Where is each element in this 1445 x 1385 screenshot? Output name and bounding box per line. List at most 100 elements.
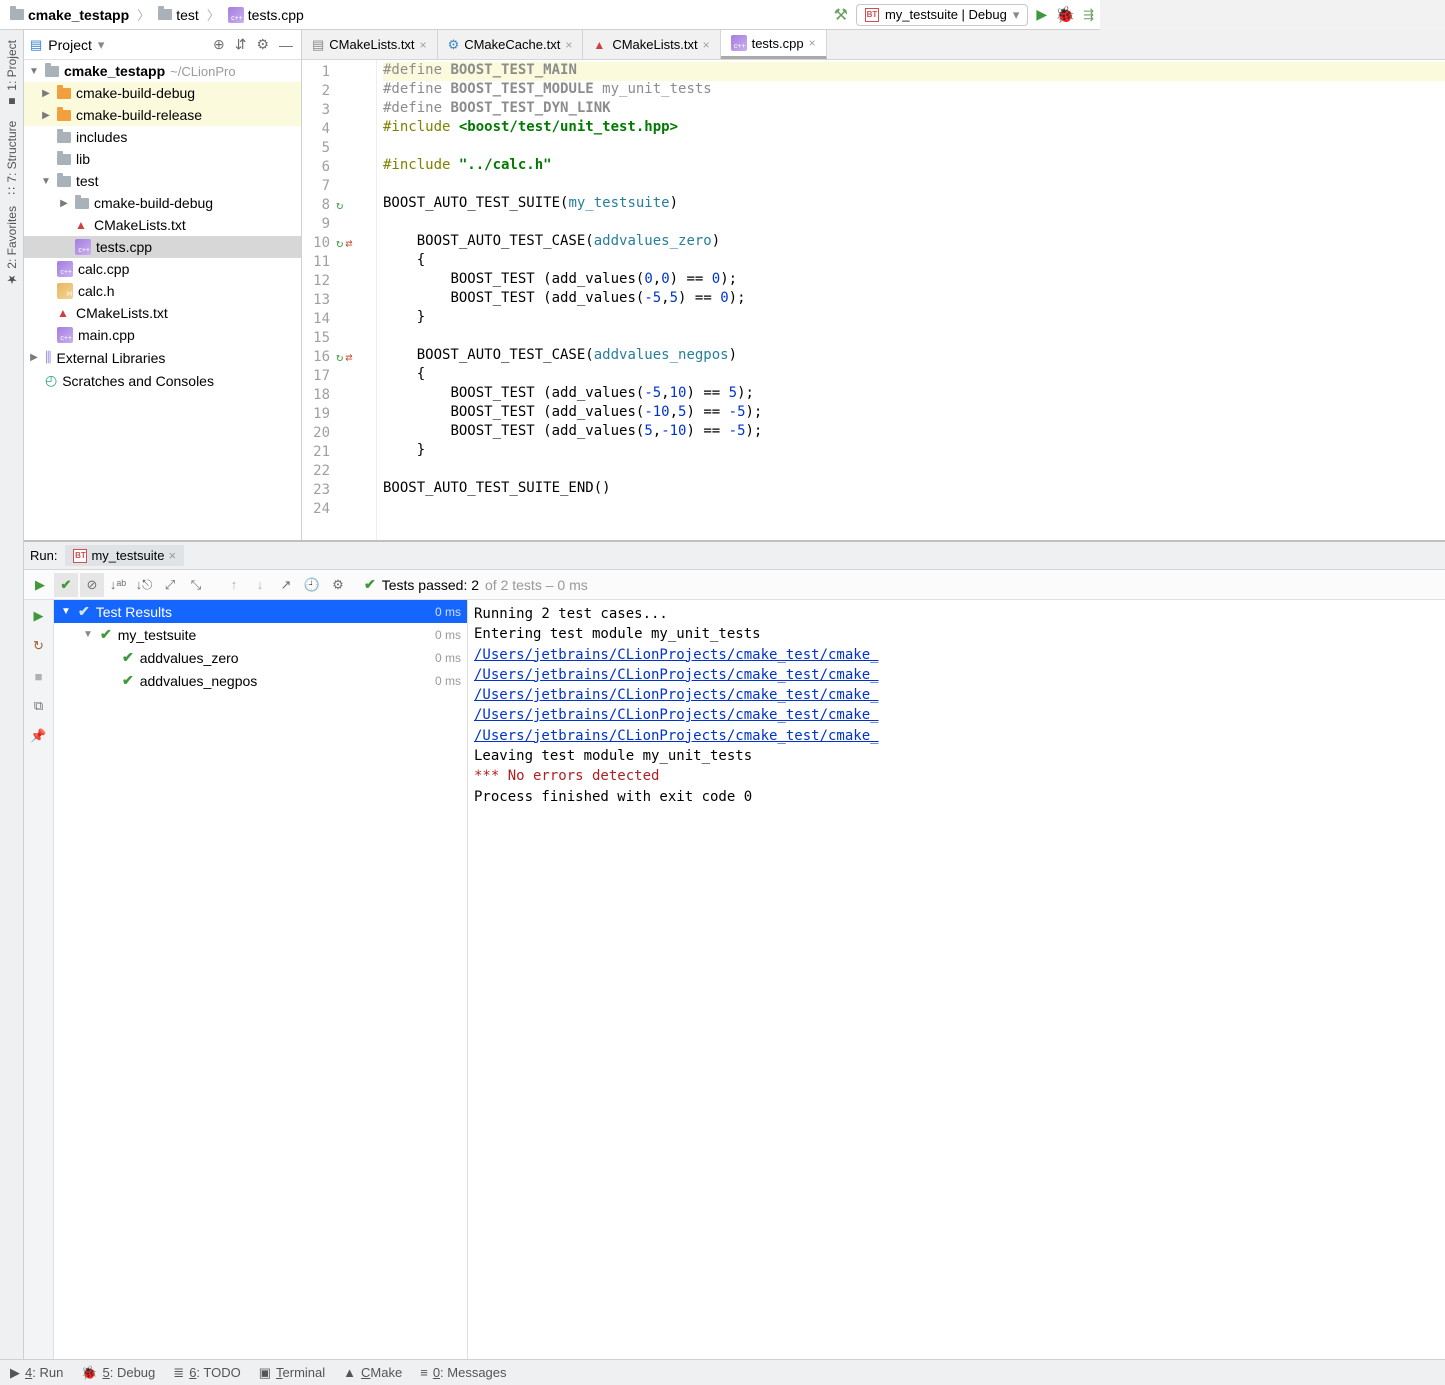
code-line[interactable]: #define BOOST_TEST_MAIN xyxy=(383,62,1445,81)
down-button[interactable]: ↓ xyxy=(248,573,272,597)
status-bar-item[interactable]: ≣6: TODO xyxy=(173,1365,240,1381)
gear-icon[interactable]: ⚙ xyxy=(254,34,271,55)
gutter[interactable]: 12345678↻910↻⇄111213141516↻⇄171819202122… xyxy=(302,60,377,540)
close-icon[interactable]: × xyxy=(168,548,176,563)
breadcrumb-item[interactable]: cmake_testapp xyxy=(6,5,133,25)
code-line[interactable]: { xyxy=(383,252,1445,271)
expand-all-button[interactable]: ⤢ xyxy=(158,573,182,597)
code-line[interactable]: BOOST_AUTO_TEST_SUITE(my_testsuite) xyxy=(383,195,1445,214)
code-line[interactable]: BOOST_TEST (add_values(5,-10) == -5); xyxy=(383,423,1445,442)
build-icon[interactable]: ⚒ xyxy=(834,5,848,25)
pin-icon[interactable]: 📌 xyxy=(27,724,51,748)
rerun-button[interactable]: ▶ xyxy=(28,573,52,597)
chevron-down-icon[interactable]: ▾ xyxy=(98,37,105,53)
test-tree[interactable]: ▼✔Test Results0 ms▼✔my_testsuite0 ms✔add… xyxy=(54,600,468,1359)
status-bar-item[interactable]: 🐞5: Debug xyxy=(81,1365,155,1381)
toggle-passed-button[interactable]: ✔ xyxy=(54,573,78,597)
sort-button[interactable]: ↓ᵃᵇ xyxy=(106,573,130,597)
up-button[interactable]: ↑ xyxy=(222,573,246,597)
close-icon[interactable]: × xyxy=(703,38,710,52)
close-icon[interactable]: × xyxy=(809,36,816,50)
gear-icon[interactable]: ⚙ xyxy=(326,573,350,597)
tree-item[interactable]: c++tests.cpp xyxy=(24,236,301,258)
rerun-failed-icon[interactable]: ↻ xyxy=(27,634,51,658)
code-line[interactable]: #include "../calc.h" xyxy=(383,157,1445,176)
run-button[interactable]: ▶ xyxy=(1036,6,1047,23)
console-line[interactable]: /Users/jetbrains/CLionProjects/cmake_tes… xyxy=(474,645,1439,665)
rerun-gutter-icon[interactable]: ⇄ xyxy=(345,236,352,250)
run-gutter-icon[interactable]: ↻ xyxy=(336,350,343,364)
rerun-icon[interactable]: ▶ xyxy=(27,604,51,628)
run-config-selector[interactable]: BT my_testsuite | Debug ▾ xyxy=(856,4,1028,26)
tree-item[interactable]: ▶cmake-build-debug xyxy=(24,82,301,104)
code[interactable]: #define BOOST_TEST_MAIN#define BOOST_TES… xyxy=(377,60,1445,540)
editor-tab[interactable]: ⚙CMakeCache.txt× xyxy=(438,30,584,59)
tree-item[interactable]: Hcalc.h xyxy=(24,280,301,302)
tree-item[interactable]: ▶⫼ External Libraries xyxy=(24,346,301,369)
tree-item[interactable]: ▼test xyxy=(24,170,301,192)
code-line[interactable] xyxy=(383,328,1445,347)
console-line[interactable]: /Users/jetbrains/CLionProjects/cmake_tes… xyxy=(474,705,1439,725)
status-bar-item[interactable]: ▣Terminal xyxy=(259,1365,325,1381)
tree-item[interactable]: ▶cmake-build-debug xyxy=(24,192,301,214)
code-line[interactable] xyxy=(383,461,1445,480)
stop-icon[interactable]: ■ xyxy=(27,664,51,688)
code-line[interactable]: BOOST_AUTO_TEST_CASE(addvalues_negpos) xyxy=(383,347,1445,366)
tree-item[interactable]: c++calc.cpp xyxy=(24,258,301,280)
test-tree-item[interactable]: ✔addvalues_negpos0 ms xyxy=(54,669,467,692)
tool-window-button[interactable]: ★ 2: Favorites xyxy=(5,206,19,287)
code-line[interactable]: { xyxy=(383,366,1445,385)
status-bar-item[interactable]: ▲CMake xyxy=(343,1365,402,1380)
close-icon[interactable]: × xyxy=(565,38,572,52)
console[interactable]: Running 2 test cases...Entering test mod… xyxy=(468,600,1445,1359)
tree-item[interactable]: ▶cmake-build-release xyxy=(24,104,301,126)
tree-root[interactable]: ▼ cmake_testapp ~/CLionPro xyxy=(24,60,301,82)
code-line[interactable]: BOOST_TEST (add_values(-5,10) == 5); xyxy=(383,385,1445,404)
locate-icon[interactable]: ⊕ xyxy=(211,34,227,55)
collapse-all-button[interactable]: ⤡ xyxy=(184,573,208,597)
code-line[interactable]: } xyxy=(383,309,1445,328)
status-bar-item[interactable]: ≡0: Messages xyxy=(420,1365,506,1380)
run-gutter-icon[interactable]: ↻ xyxy=(336,198,343,212)
test-tree-item[interactable]: ✔addvalues_zero0 ms xyxy=(54,646,467,669)
code-line[interactable] xyxy=(383,138,1445,157)
code-line[interactable]: BOOST_TEST (add_values(-10,5) == -5); xyxy=(383,404,1445,423)
debug-button[interactable]: 🐞 xyxy=(1055,5,1075,25)
code-line[interactable]: BOOST_TEST (add_values(-5,5) == 0); xyxy=(383,290,1445,309)
tree-item[interactable]: includes xyxy=(24,126,301,148)
tree-item[interactable]: ◴ Scratches and Consoles xyxy=(24,369,301,392)
breadcrumb-item[interactable]: c++ tests.cpp xyxy=(224,5,308,25)
tree-item[interactable]: CMakeLists.txt xyxy=(24,214,301,236)
collapse-all-icon[interactable]: ⇵ xyxy=(233,34,249,55)
sort-duration-button[interactable]: ↓⎋ xyxy=(132,573,156,597)
console-line[interactable]: /Users/jetbrains/CLionProjects/cmake_tes… xyxy=(474,665,1439,685)
tree-item[interactable]: lib xyxy=(24,148,301,170)
project-tree[interactable]: ▼ cmake_testapp ~/CLionPro ▶cmake-build-… xyxy=(24,60,301,540)
run-with-coverage-button[interactable]: ⇶ xyxy=(1083,7,1094,23)
tree-item[interactable]: CMakeLists.txt xyxy=(24,302,301,324)
run-gutter-icon[interactable]: ↻ xyxy=(336,236,343,250)
status-bar-item[interactable]: ▶4: Run xyxy=(10,1365,63,1381)
code-line[interactable] xyxy=(383,499,1445,518)
run-tab[interactable]: BT my_testsuite × xyxy=(65,545,184,566)
editor-tab[interactable]: ▤CMakeLists.txt× xyxy=(302,30,438,59)
history-button[interactable]: 🕘 xyxy=(300,573,324,597)
tree-item[interactable]: c++main.cpp xyxy=(24,324,301,346)
breadcrumb-item[interactable]: test xyxy=(154,5,203,25)
code-line[interactable]: #define BOOST_TEST_MODULE my_unit_tests xyxy=(383,81,1445,100)
code-line[interactable]: BOOST_TEST (add_values(0,0) == 0); xyxy=(383,271,1445,290)
console-line[interactable]: /Users/jetbrains/CLionProjects/cmake_tes… xyxy=(474,726,1439,746)
toggle-ignored-button[interactable]: ⊘ xyxy=(80,573,104,597)
code-line[interactable]: } xyxy=(383,442,1445,461)
export-button[interactable]: ↗ xyxy=(274,573,298,597)
editor-tab[interactable]: CMakeLists.txt× xyxy=(583,30,720,59)
tool-window-button[interactable]: ■ 1: Project xyxy=(5,40,19,109)
code-line[interactable]: BOOST_AUTO_TEST_CASE(addvalues_zero) xyxy=(383,233,1445,252)
editor[interactable]: 12345678↻910↻⇄111213141516↻⇄171819202122… xyxy=(302,60,1445,540)
hide-icon[interactable]: — xyxy=(277,35,295,55)
test-tree-item[interactable]: ▼✔my_testsuite0 ms xyxy=(54,623,467,646)
code-line[interactable]: #include <boost/test/unit_test.hpp> xyxy=(383,119,1445,138)
test-tree-item[interactable]: ▼✔Test Results0 ms xyxy=(54,600,467,623)
code-line[interactable]: BOOST_AUTO_TEST_SUITE_END() xyxy=(383,480,1445,499)
code-line[interactable] xyxy=(383,214,1445,233)
